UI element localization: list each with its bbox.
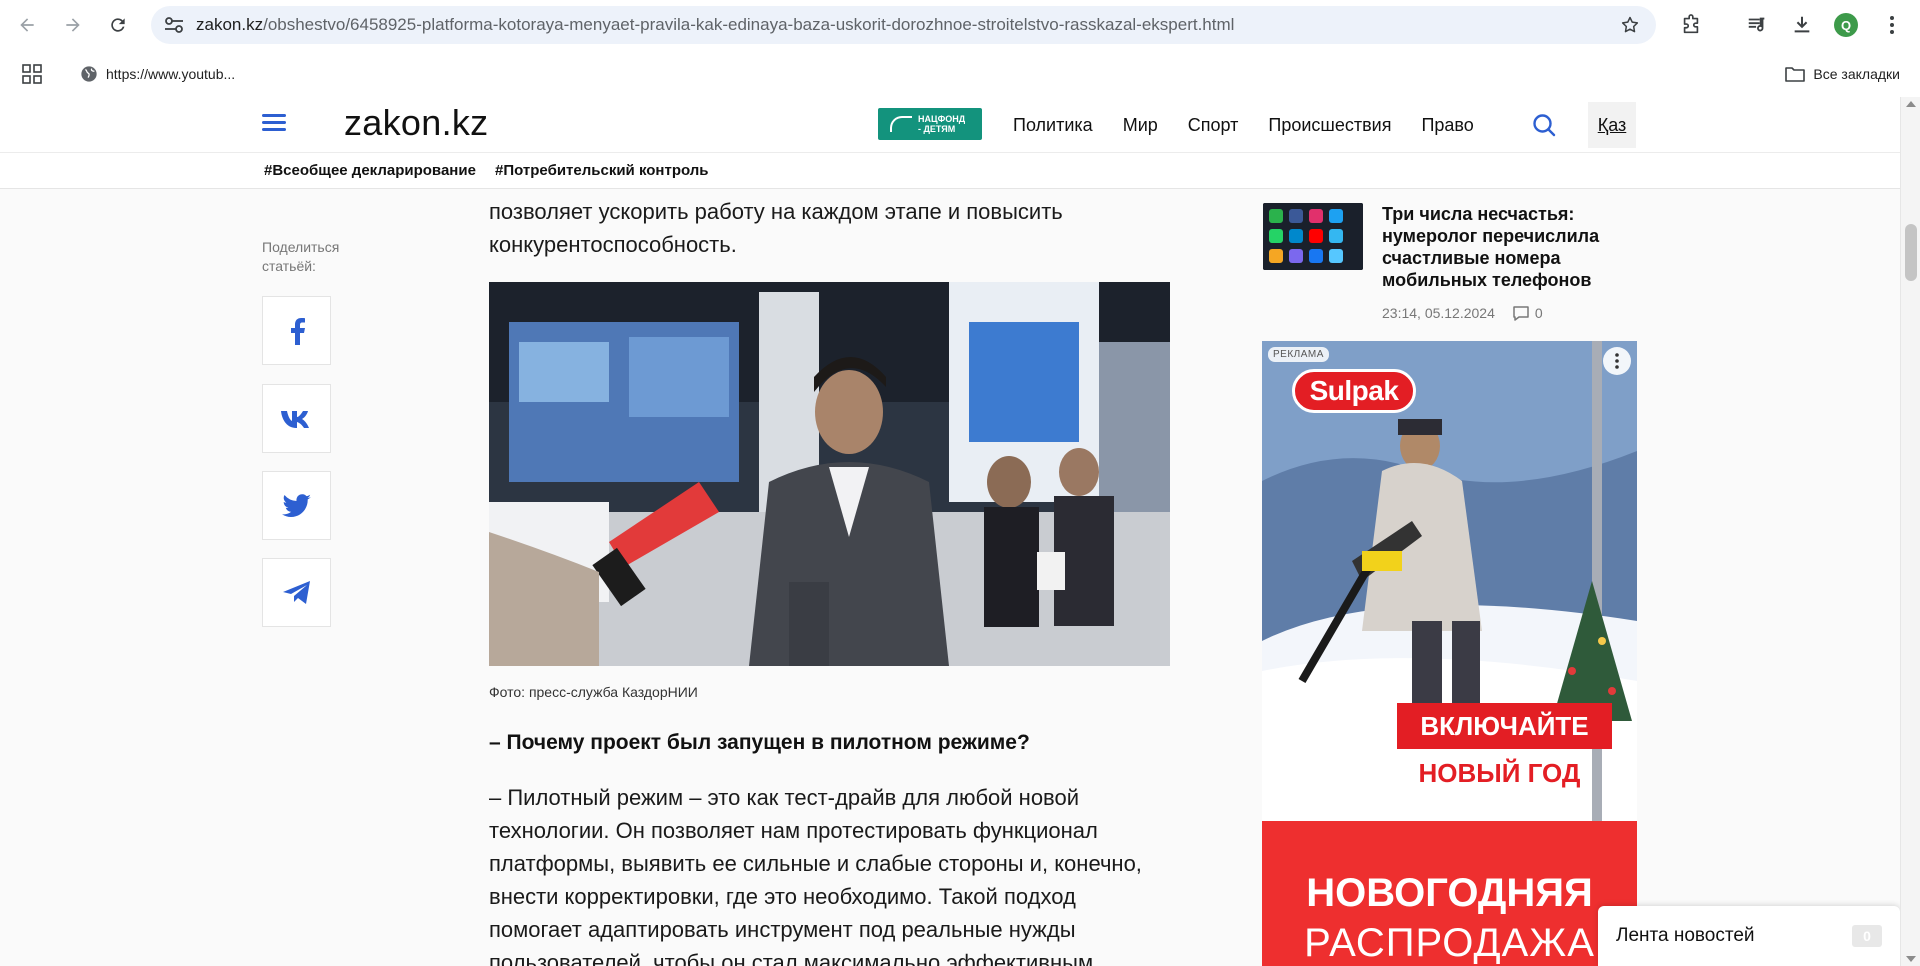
tag-declaration[interactable]: #Всеобщее декларирование (264, 162, 476, 179)
article-line: пользователей, чтобы он стал максимально… (489, 950, 1100, 966)
article-intro: позволяет ускорить работу на каждом этап… (489, 195, 1169, 261)
all-bookmarks-label: Все закладки (1813, 66, 1900, 82)
article-line: платформы, выявить ее сильные и слабые с… (489, 851, 1142, 876)
url-domain: zakon.kz (196, 15, 264, 34)
page-viewport: позволяет ускорить работу на каждом этап… (0, 97, 1920, 966)
article-photo (489, 282, 1170, 666)
scroll-down-arrow-icon[interactable] (1906, 956, 1916, 962)
news-feed-count: 0 (1852, 925, 1882, 947)
address-bar[interactable]: zakon.kz/obshestvo/6458925-platforma-kot… (151, 6, 1656, 44)
article-paragraph: позволяет ускорить работу на каждом этап… (489, 199, 1063, 224)
chrome-menu-button[interactable] (1879, 12, 1905, 38)
folder-icon (1785, 67, 1806, 82)
site-logo[interactable]: zakon.kz (344, 102, 488, 144)
news-feed-widget[interactable]: Лента новостей 0 (1598, 906, 1900, 966)
nav-law[interactable]: Право (1421, 115, 1473, 136)
download-icon (1794, 16, 1810, 33)
kebab-menu-icon (1890, 16, 1894, 34)
reload-icon (111, 18, 125, 32)
sidebar-news-meta: 23:14, 05.12.2024 0 (1382, 305, 1543, 321)
sulpak-advertisement[interactable]: РЕКЛАМА Sulpak ВКЛЮЧАЙТЕ НОВЫЙ ГОД НОВОГ… (1262, 341, 1637, 966)
all-bookmarks-button[interactable]: Все закладки (1785, 63, 1900, 85)
phone-apps-image (1263, 203, 1363, 270)
ad-cta-line1: ВКЛЮЧАЙТЕ (1397, 703, 1612, 749)
language-switch[interactable]: Қаз (1588, 102, 1636, 148)
scrollbar-thumb[interactable] (1905, 224, 1917, 281)
scroll-up-arrow-icon[interactable] (1906, 101, 1916, 107)
sulpak-logo: Sulpak (1292, 369, 1416, 413)
comment-icon (1513, 305, 1529, 321)
nav-world[interactable]: Мир (1123, 115, 1158, 136)
playlist-music-icon (1748, 17, 1765, 32)
comments-count[interactable]: 0 (1513, 305, 1543, 321)
share-label: Поделиться статьёй: (262, 239, 340, 274)
globe-icon (81, 66, 97, 82)
arrow-left-icon (20, 18, 34, 32)
vk-icon (280, 410, 309, 428)
article-line: помогает адаптировать инструмент под реа… (489, 917, 1076, 942)
article-answer: – Пилотный режим – это как тест-драйв дл… (489, 781, 1169, 966)
ad-headline-line2: РАСПРОДАЖА (1304, 921, 1595, 965)
news-thumbnail[interactable] (1263, 203, 1363, 270)
url-path: /obshestvo/6458925-platforma-kotoraya-me… (263, 15, 1235, 34)
bookmark-star-icon[interactable] (1620, 15, 1640, 35)
nav-sport[interactable]: Спорт (1188, 115, 1239, 136)
bookmark-youtube[interactable]: https://www.youtub... (80, 63, 235, 85)
ad-cta-line2: НОВЫЙ ГОД (1407, 751, 1592, 795)
share-twitter-button[interactable] (262, 471, 331, 540)
puzzle-icon (1683, 14, 1699, 34)
bookmark-label: https://www.youtub... (106, 66, 236, 82)
bookmarks-bar: https://www.youtub... Все закладки (0, 51, 1920, 97)
comments-number: 0 (1534, 305, 1543, 321)
extensions-button[interactable] (1678, 12, 1704, 38)
downloads-button[interactable] (1789, 12, 1815, 38)
article-line: технологии. Он позволяет нам протестиров… (489, 818, 1098, 843)
main-navigation: Политика Мир Спорт Происшествия Право (1013, 97, 1474, 153)
sidebar-news-title[interactable]: Три числа несчастья: нумеролог перечисли… (1382, 203, 1632, 291)
site-header: zakon.kz НАЦФОНД - ДЕТЯМ Политика Мир Сп… (0, 97, 1900, 153)
kebab-menu-icon (1615, 353, 1619, 369)
telegram-icon (282, 580, 310, 604)
natfond-logo-icon (890, 116, 912, 132)
ad-headline-line1: НОВОГОДНЯЯ (1306, 871, 1593, 915)
photo-illustration (489, 282, 1170, 666)
reload-button[interactable] (103, 10, 133, 40)
hamburger-menu-icon[interactable] (262, 114, 286, 136)
profile-avatar[interactable]: Q (1834, 13, 1858, 37)
natfond-text: НАЦФОНД - ДЕТЯМ (918, 114, 965, 134)
tag-bar: #Всеобщее декларирование #Потребительски… (0, 153, 1900, 189)
ad-snow-illustration (1262, 341, 1637, 821)
article-subheading: – Почему проект был запущен в пилотном р… (489, 731, 1030, 754)
page-scrollbar[interactable] (1900, 97, 1920, 966)
share-vk-button[interactable] (262, 384, 331, 453)
nav-politics[interactable]: Политика (1013, 115, 1093, 136)
arrow-right-icon (66, 18, 80, 32)
search-icon[interactable] (1532, 113, 1556, 137)
forward-button[interactable] (58, 10, 88, 40)
news-timestamp: 23:14, 05.12.2024 (1382, 305, 1495, 321)
browser-toolbar: zakon.kz/obshestvo/6458925-platforma-kot… (0, 0, 1920, 51)
natfond-line1: НАЦФОНД (918, 114, 966, 124)
article-line: внести корректировки, где это необходимо… (489, 884, 1076, 909)
article-paragraph: конкурентоспособность. (489, 232, 737, 257)
share-facebook-button[interactable] (262, 296, 331, 365)
ad-badge: РЕКЛАМА (1268, 347, 1329, 362)
natfond-banner[interactable]: НАЦФОНД - ДЕТЯМ (878, 108, 982, 140)
media-button[interactable] (1744, 12, 1770, 38)
back-button[interactable] (12, 10, 42, 40)
facebook-icon (290, 317, 305, 345)
site-info-icon[interactable] (163, 15, 185, 35)
nav-incidents[interactable]: Происшествия (1268, 115, 1391, 136)
url-text: zakon.kz/obshestvo/6458925-platforma-kot… (196, 6, 1576, 44)
ad-options-button[interactable] (1603, 347, 1631, 375)
tag-consumer-control[interactable]: #Потребительский контроль (495, 162, 709, 179)
news-feed-label: Лента новостей (1616, 925, 1755, 946)
photo-caption: Фото: пресс-служба КаздорНИИ (489, 684, 698, 700)
apps-grid-icon[interactable] (22, 64, 42, 84)
article-line: – Пилотный режим – это как тест-драйв дл… (489, 785, 1080, 810)
share-telegram-button[interactable] (262, 558, 331, 627)
natfond-line2: - ДЕТЯМ (918, 124, 956, 134)
twitter-icon (281, 493, 311, 517)
